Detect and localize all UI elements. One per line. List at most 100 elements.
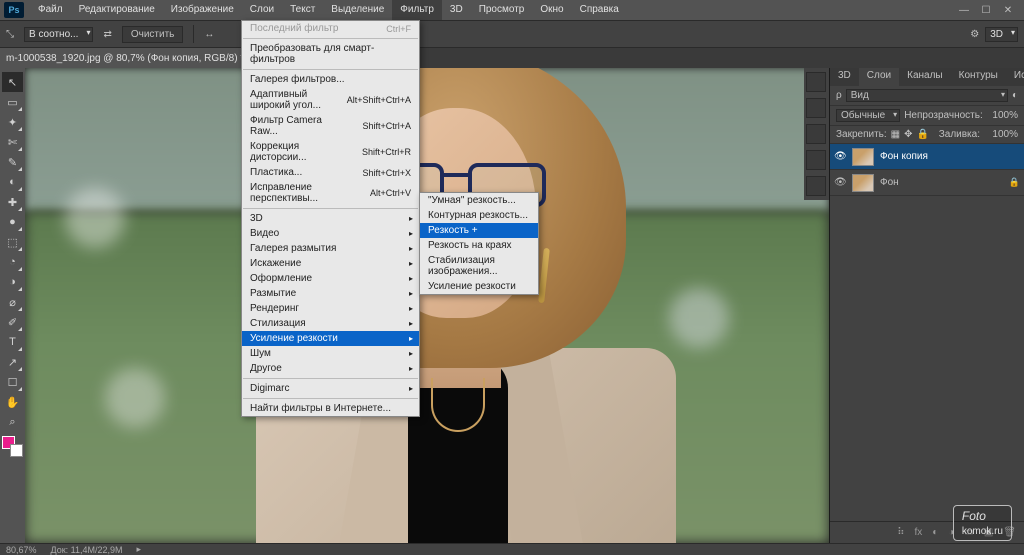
menu-item[interactable]: 3D xyxy=(242,211,419,226)
menu-item[interactable]: Исправление перспективы...Alt+Ctrl+V xyxy=(242,180,419,206)
menu-item[interactable]: Галерея размытия xyxy=(242,241,419,256)
3d-dropdown[interactable]: 3D xyxy=(985,27,1018,42)
dock-item[interactable] xyxy=(806,72,826,92)
visibility-icon[interactable]: 👁 xyxy=(834,151,846,162)
straighten-icon[interactable]: ↔ xyxy=(204,29,214,40)
opacity-value[interactable]: 100% xyxy=(987,110,1018,121)
submenu-item[interactable]: "Умная" резкость... xyxy=(420,193,538,208)
panel-tab[interactable]: Каналы xyxy=(899,68,951,86)
close-icon[interactable]: ✕ xyxy=(1002,5,1014,16)
menu-окно[interactable]: Окно xyxy=(532,0,571,20)
document-tab[interactable]: m-1000538_1920.jpg @ 80,7% (Фон копия, R… xyxy=(0,48,266,68)
panel-tab[interactable]: Контуры xyxy=(951,68,1006,86)
menu-item[interactable]: Галерея фильтров... xyxy=(242,72,419,87)
menu-item[interactable]: Искажение xyxy=(242,256,419,271)
layer-row[interactable]: 👁Фон🔒 xyxy=(830,170,1024,196)
canvas-area[interactable] xyxy=(25,68,829,543)
lock-all-icon[interactable]: 🔒 xyxy=(917,129,929,140)
color-swatches[interactable] xyxy=(2,436,23,457)
tool[interactable]: ✚ xyxy=(2,192,23,212)
menu-текст[interactable]: Текст xyxy=(282,0,323,20)
tool[interactable]: ⌕ xyxy=(2,412,23,432)
menu-просмотр[interactable]: Просмотр xyxy=(471,0,533,20)
tool[interactable]: ↖ xyxy=(2,72,23,92)
submenu-item[interactable]: Резкость + xyxy=(420,223,538,238)
tool[interactable]: ↗ xyxy=(2,352,23,372)
menu-item[interactable]: Фильтр Camera Raw...Shift+Ctrl+A xyxy=(242,113,419,139)
lock-pixels-icon[interactable]: ▦ xyxy=(891,129,900,140)
dock-item[interactable] xyxy=(806,98,826,118)
tool[interactable]: ◐ xyxy=(2,172,23,192)
layer-thumb[interactable] xyxy=(852,174,874,192)
menu-файл[interactable]: Файл xyxy=(30,0,71,20)
panel-tab[interactable]: 3D xyxy=(830,68,859,86)
layer-row[interactable]: 👁Фон копия xyxy=(830,144,1024,170)
tool[interactable]: ✋ xyxy=(2,392,23,412)
menu-item[interactable]: Стилизация xyxy=(242,316,419,331)
layer-thumb[interactable] xyxy=(852,148,874,166)
filter-pill-icon[interactable]: ◐ xyxy=(1012,90,1018,101)
menu-слои[interactable]: Слои xyxy=(242,0,282,20)
max-icon[interactable]: ☐ xyxy=(980,5,992,16)
menu-item[interactable]: Шум xyxy=(242,346,419,361)
tool[interactable]: ● xyxy=(2,212,23,232)
tool[interactable]: ⬚ xyxy=(2,232,23,252)
fx-icon[interactable]: fx xyxy=(915,527,923,538)
menu-item[interactable]: Пластика...Shift+Ctrl+X xyxy=(242,165,419,180)
menu-item[interactable]: Размытие xyxy=(242,286,419,301)
menu-item[interactable]: Преобразовать для смарт-фильтров xyxy=(242,41,419,67)
clear-button[interactable]: Очистить xyxy=(122,26,184,43)
tool[interactable]: ✐ xyxy=(2,312,23,332)
min-icon[interactable]: — xyxy=(958,5,970,16)
tool[interactable]: ◑ xyxy=(2,272,23,292)
submenu-item[interactable]: Усиление резкости xyxy=(420,279,538,294)
swap-icon[interactable]: ⇄ xyxy=(103,29,111,40)
menu-item[interactable]: Другое xyxy=(242,361,419,376)
tool[interactable]: ✦ xyxy=(2,112,23,132)
menu-3d[interactable]: 3D xyxy=(442,0,471,20)
menu-item[interactable]: Рендеринг xyxy=(242,301,419,316)
menu-фильтр[interactable]: Фильтр xyxy=(392,0,442,20)
menu-справка[interactable]: Справка xyxy=(572,0,627,20)
menu-item[interactable]: Усиление резкости xyxy=(242,331,419,346)
dock-item[interactable] xyxy=(806,176,826,196)
tool[interactable]: ⌀ xyxy=(2,292,23,312)
tool[interactable]: ☐ xyxy=(2,372,23,392)
tool[interactable]: T xyxy=(2,332,23,352)
menu-выделение[interactable]: Выделение xyxy=(323,0,392,20)
zoom-value[interactable]: 80,67% xyxy=(6,545,37,555)
submenu-item[interactable]: Стабилизация изображения... xyxy=(420,253,538,279)
tool[interactable]: ◔ xyxy=(2,252,23,272)
submenu-item[interactable]: Контурная резкость... xyxy=(420,208,538,223)
kind-dropdown[interactable]: Вид xyxy=(846,89,1008,102)
dock-item[interactable] xyxy=(806,150,826,170)
menu-item[interactable]: Digimarc xyxy=(242,381,419,396)
menu-item[interactable]: Коррекция дисторсии...Shift+Ctrl+R xyxy=(242,139,419,165)
layer-name: Фон xyxy=(880,177,899,188)
menu-item[interactable]: Адаптивный широкий угол...Alt+Shift+Ctrl… xyxy=(242,87,419,113)
document-tabs: m-1000538_1920.jpg @ 80,7% (Фон копия, R… xyxy=(0,48,1024,68)
menu-item[interactable]: Оформление xyxy=(242,271,419,286)
dock-item[interactable] xyxy=(806,124,826,144)
panel-tab[interactable]: История xyxy=(1006,68,1024,86)
panel-tab[interactable]: Слои xyxy=(859,68,899,86)
menu-item[interactable]: Найти фильтры в Интернете... xyxy=(242,401,419,416)
status-arrow-icon[interactable]: ▸ xyxy=(137,544,142,555)
fill-value[interactable]: 100% xyxy=(984,129,1018,140)
lock-position-icon[interactable]: ✥ xyxy=(904,129,912,140)
gear-icon[interactable]: ⚙ xyxy=(970,29,979,40)
submenu-item[interactable]: Резкость на краях xyxy=(420,238,538,253)
menu-item[interactable]: Видео xyxy=(242,226,419,241)
link-icon[interactable]: ⠷ xyxy=(897,527,904,538)
background-swatch[interactable] xyxy=(10,444,23,457)
tool[interactable]: ▭ xyxy=(2,92,23,112)
menu-редактирование[interactable]: Редактирование xyxy=(71,0,163,20)
blend-dropdown[interactable]: Обычные xyxy=(836,109,900,122)
ratio-dropdown[interactable]: В соотно... xyxy=(24,27,93,42)
visibility-icon[interactable]: 👁 xyxy=(834,177,846,188)
menu-изображение[interactable]: Изображение xyxy=(163,0,242,20)
fill-label: Заливка: xyxy=(939,129,980,140)
tool[interactable]: ✎ xyxy=(2,152,23,172)
tool[interactable]: ✄ xyxy=(2,132,23,152)
mask-icon[interactable]: ◐ xyxy=(932,527,938,538)
